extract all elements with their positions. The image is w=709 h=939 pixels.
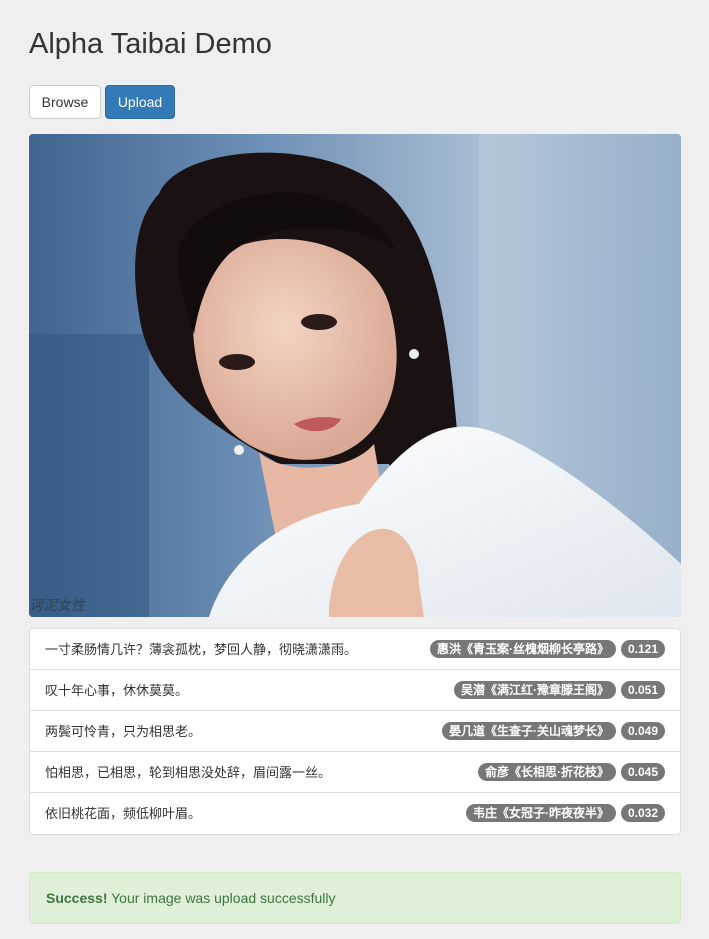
list-item: 一寸柔肠情几许？薄衾孤枕，梦回人静，彻晓潇潇雨。 惠洪《青玉案·丝槐烟柳长亭路》… bbox=[30, 629, 680, 670]
list-item: 依旧桃花面，频低柳叶眉。 韦庄《女冠子·昨夜夜半》 0.032 bbox=[30, 793, 680, 834]
success-alert: Success! Your image was upload successfu… bbox=[29, 872, 681, 924]
source-badge: 晏几道《生查子·关山魂梦长》 bbox=[441, 722, 616, 740]
source-badge: 吴潜《满江红·豫章滕王阁》 bbox=[453, 681, 616, 699]
list-item: 怕相思，已相思，轮到相思没处辞，眉间露一丝。 俞彦《长相思·折花枝》 0.045 bbox=[30, 752, 680, 793]
verse-text: 叹十年心事，休休莫莫。 bbox=[45, 683, 189, 698]
alert-strong: Success! bbox=[46, 890, 108, 906]
image-watermark: 诃泥女性 bbox=[29, 598, 85, 614]
list-item: 两鬓可怜青，只为相思老。 晏几道《生查子·关山魂梦长》 0.049 bbox=[30, 711, 680, 752]
verse-text: 依旧桃花面，频低柳叶眉。 bbox=[45, 806, 202, 821]
source-badge: 俞彦《长相思·折花枝》 bbox=[477, 763, 616, 781]
score-badge: 0.049 bbox=[620, 722, 665, 740]
uploaded-image: 诃泥女性 bbox=[29, 134, 681, 617]
source-badge: 韦庄《女冠子·昨夜夜半》 bbox=[465, 804, 616, 822]
list-item: 叹十年心事，休休莫莫。 吴潜《满江红·豫章滕王阁》 0.051 bbox=[30, 670, 680, 711]
verse-text: 一寸柔肠情几许？薄衾孤枕，梦回人静，彻晓潇潇雨。 bbox=[45, 642, 358, 657]
results-list: 一寸柔肠情几许？薄衾孤枕，梦回人静，彻晓潇潇雨。 惠洪《青玉案·丝槐烟柳长亭路》… bbox=[29, 628, 681, 835]
alert-message: Your image was upload successfully bbox=[107, 890, 336, 906]
verse-text: 两鬓可怜青，只为相思老。 bbox=[45, 724, 202, 739]
page-title: Alpha Taibai Demo bbox=[29, 28, 272, 60]
source-badge: 惠洪《青玉案·丝槐烟柳长亭路》 bbox=[429, 640, 616, 658]
score-badge: 0.032 bbox=[620, 804, 665, 822]
score-badge: 0.051 bbox=[620, 681, 665, 699]
score-badge: 0.045 bbox=[620, 763, 665, 781]
portrait-illustration bbox=[29, 134, 681, 617]
verse-text: 怕相思，已相思，轮到相思没处辞，眉间露一丝。 bbox=[45, 765, 332, 780]
score-badge: 0.121 bbox=[620, 640, 665, 658]
browse-button[interactable]: Browse bbox=[29, 85, 101, 119]
upload-button[interactable]: Upload bbox=[105, 85, 175, 119]
